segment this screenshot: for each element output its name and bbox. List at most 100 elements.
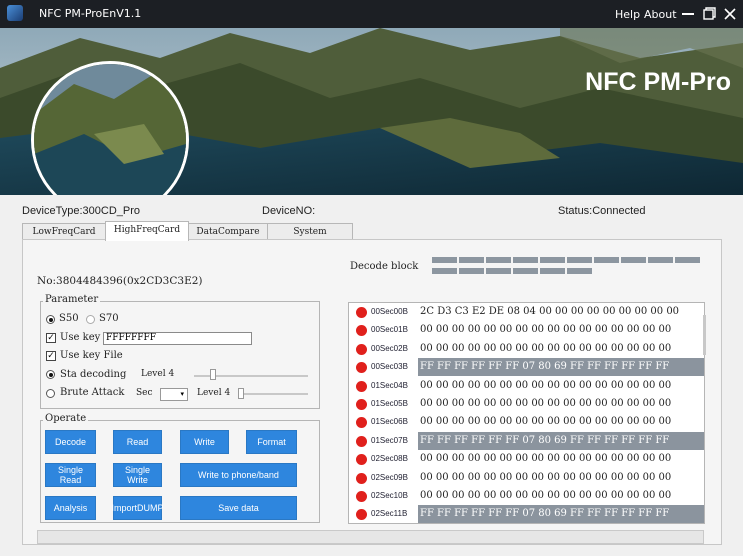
sector-hex-data: 00 00 00 00 00 00 00 00 00 00 00 00 00 0… <box>420 379 672 391</box>
sector-row[interactable]: 01Sec07B FF FF FF FF FF FF 07 80 69 FF FF… <box>349 431 704 450</box>
sector-label: 00Sec01B <box>371 325 408 335</box>
help-menu[interactable]: Help <box>615 8 640 21</box>
header-banner: NFC PM-Pro <box>0 28 743 195</box>
decode-block-cell <box>459 268 484 274</box>
decode-block-cell <box>459 257 484 263</box>
write-button[interactable]: Write <box>180 430 229 454</box>
read-button[interactable]: Read <box>113 430 162 454</box>
minimize-icon[interactable] <box>680 6 696 22</box>
parameter-legend: Parameter <box>43 294 101 305</box>
maximize-icon[interactable] <box>701 6 717 22</box>
sector-row[interactable]: 00Sec00B 2C D3 C3 E2 DE 08 04 00 00 00 00… <box>349 303 697 321</box>
status-dot-icon <box>356 491 367 502</box>
sector-hex-data: 00 00 00 00 00 00 00 00 00 00 00 00 00 0… <box>420 324 672 336</box>
sec-dropdown[interactable]: ▾ <box>160 388 188 401</box>
sec-label: Sec <box>136 388 153 398</box>
decode-block-cell <box>540 257 565 263</box>
write-to-phone-button[interactable]: Write to phone/band <box>180 463 297 487</box>
status-dot-icon <box>356 343 367 355</box>
operate-legend: Operate <box>43 413 89 424</box>
status-dot-icon <box>356 509 367 521</box>
card-number: No:3804484396(0x2CD3C3E2) <box>37 275 203 287</box>
sector-hex-data: FF FF FF FF FF FF 07 80 69 FF FF FF FF F… <box>418 431 704 450</box>
sector-hex-data: 00 00 00 00 00 00 00 00 00 00 00 00 00 0… <box>420 342 672 354</box>
sta-level-label: Level 4 <box>141 369 175 379</box>
sector-hex-data: 00 00 00 00 00 00 00 00 00 00 00 00 00 0… <box>420 471 672 483</box>
status-dot-icon <box>356 399 367 410</box>
progress-bar <box>37 530 704 544</box>
sector-row[interactable]: 01Sec06B 00 00 00 00 00 00 00 00 00 00 00… <box>349 413 697 431</box>
decode-block-label: Decode block <box>350 261 419 272</box>
brute-level-slider-track <box>238 393 308 395</box>
sector-label: 01Sec05B <box>371 399 408 408</box>
decode-block-cell <box>513 257 538 263</box>
decode-button[interactable]: Decode <box>45 430 96 454</box>
status-dot-icon <box>356 454 367 466</box>
status-dot-icon <box>356 325 367 337</box>
tab-system[interactable]: System <box>267 223 353 240</box>
sector-hex-data: FF FF FF FF FF FF 07 80 69 FF FF FF FF F… <box>418 505 704 523</box>
sector-data-list: 00Sec00B 2C D3 C3 E2 DE 08 04 00 00 00 00… <box>348 302 705 524</box>
tab-datacompare[interactable]: DataCompare <box>188 223 268 240</box>
sector-row[interactable]: 02Sec11B FF FF FF FF FF FF 07 80 69 FF FF… <box>349 505 704 523</box>
sector-row[interactable]: 00Sec03B FF FF FF FF FF FF 07 80 69 FF FF… <box>349 358 704 377</box>
app-icon <box>7 5 23 21</box>
about-menu[interactable]: About <box>644 8 677 21</box>
brute-attack-label: Brute Attack <box>60 387 125 398</box>
decode-block-cell <box>486 257 511 263</box>
format-button[interactable]: Format <box>246 430 297 454</box>
device-no: DeviceNO: <box>262 205 316 217</box>
sector-row[interactable]: 00Sec02B 00 00 00 00 00 00 00 00 00 00 00… <box>349 340 697 358</box>
decode-block-cell <box>513 268 538 274</box>
title-bar: NFC PM-ProEnV1.1 Help About <box>0 0 743 28</box>
single-read-button[interactable]: Single Read <box>45 463 96 487</box>
sector-label: 00Sec03B <box>371 362 408 372</box>
window-title: NFC PM-ProEnV1.1 <box>39 7 142 20</box>
s70-label: S70 <box>99 313 119 324</box>
sector-hex-data: 2C D3 C3 E2 DE 08 04 00 00 00 00 00 00 0… <box>420 306 680 317</box>
sector-label: 02Sec11B <box>371 509 408 519</box>
decode-block-cell <box>594 257 619 263</box>
single-write-button[interactable]: Single Write <box>113 463 162 487</box>
sector-row[interactable]: 02Sec09B 00 00 00 00 00 00 00 00 00 00 00… <box>349 469 697 487</box>
status-dot-icon <box>356 307 367 318</box>
decode-block-cell <box>675 257 700 263</box>
sta-level-slider[interactable] <box>210 369 217 380</box>
sta-decoding-radio[interactable] <box>46 370 55 379</box>
s70-radio[interactable] <box>86 315 95 324</box>
brute-attack-radio[interactable] <box>46 389 55 398</box>
brute-level-slider[interactable] <box>238 388 244 399</box>
analysis-button[interactable]: Analysis <box>45 496 96 520</box>
status-dot-icon <box>356 380 367 392</box>
use-key-file-checkbox[interactable]: ✓ <box>46 351 56 361</box>
sector-row[interactable]: 00Sec01B 00 00 00 00 00 00 00 00 00 00 00… <box>349 321 697 339</box>
chevron-down-icon: ▾ <box>180 390 184 398</box>
decode-block-cell <box>648 257 673 263</box>
sector-hex-data: 00 00 00 00 00 00 00 00 00 00 00 00 00 0… <box>420 416 672 428</box>
sector-row[interactable]: 02Sec10B 00 00 00 00 00 00 00 00 00 00 00… <box>349 487 697 505</box>
sector-hex-data: 00 00 00 00 00 00 00 00 00 00 00 00 00 0… <box>420 453 672 465</box>
sector-row[interactable]: 02Sec08B 00 00 00 00 00 00 00 00 00 00 00… <box>349 450 697 468</box>
sector-hex-data: FF FF FF FF FF FF 07 80 69 FF FF FF FF F… <box>418 358 704 377</box>
save-data-button[interactable]: Save data <box>180 496 297 520</box>
status-dot-icon <box>356 362 367 374</box>
key-input[interactable]: FFFFFFFF <box>103 332 252 345</box>
sector-list-scrollbar[interactable] <box>703 315 706 355</box>
tab-highfreqcard[interactable]: HighFreqCard <box>105 221 189 241</box>
status-dot-icon <box>356 417 367 429</box>
s50-radio[interactable] <box>46 315 55 324</box>
sector-label: 00Sec00B <box>371 307 408 316</box>
sector-row[interactable]: 01Sec05B 00 00 00 00 00 00 00 00 00 00 00… <box>349 395 697 413</box>
decode-block-cell <box>432 268 457 274</box>
sector-row[interactable]: 01Sec04B 00 00 00 00 00 00 00 00 00 00 00… <box>349 377 697 395</box>
import-dump-button[interactable]: ImportDUMP <box>112 496 164 520</box>
sector-label: 01Sec04B <box>371 380 408 390</box>
use-key-file-label: Use key File <box>60 350 123 361</box>
tab-lowfreqcard[interactable]: LowFreqCard <box>22 223 106 240</box>
use-key-label: Use key <box>60 332 101 343</box>
close-icon[interactable] <box>722 6 738 22</box>
use-key-checkbox[interactable]: ✓ <box>46 333 56 343</box>
brute-level-label: Level 4 <box>197 388 231 398</box>
banner-title: NFC PM-Pro <box>585 68 731 96</box>
decode-block-cell <box>432 257 457 263</box>
